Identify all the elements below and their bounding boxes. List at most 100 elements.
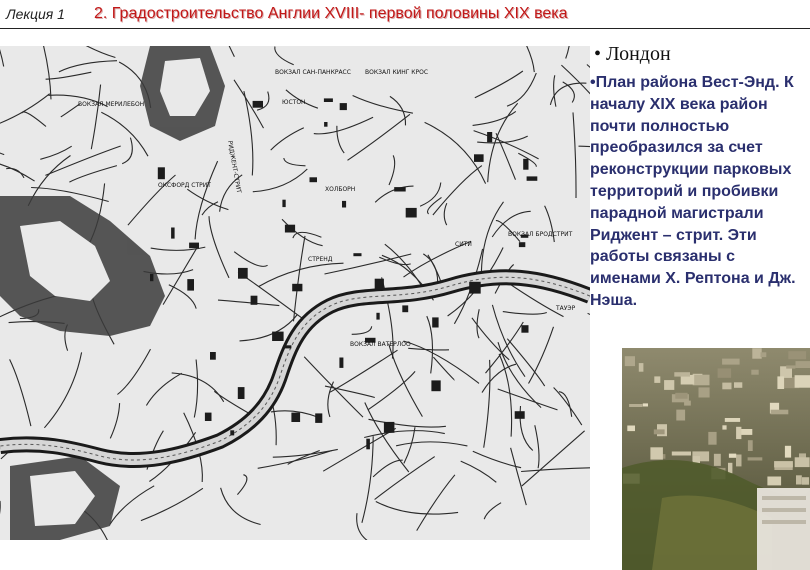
photo-building (692, 374, 710, 386)
building-block (374, 278, 384, 290)
building-block (402, 305, 409, 313)
photo-building (653, 429, 665, 435)
section-heading: • Лондон (594, 43, 671, 65)
building-block (514, 411, 525, 419)
building-block (523, 158, 529, 170)
photo-building (794, 375, 810, 388)
map-drawing: ВОКЗАЛ МЕРИЛЕБОН ВОКЗАЛ САН-ПАНКРАСС ВОК… (0, 46, 590, 540)
map-label-holborn: ХОЛБОРН (325, 186, 355, 193)
building-block (237, 387, 245, 399)
photo-building (747, 457, 763, 461)
map-label-tower: ТАУЭР (555, 305, 576, 312)
photo-building (795, 361, 810, 368)
photo-building (664, 380, 675, 390)
bottom-margin (0, 540, 622, 570)
photo-building (734, 382, 743, 388)
building-block (469, 281, 481, 294)
photo-building (722, 425, 727, 430)
photo-building (638, 363, 644, 372)
photo-building (674, 372, 690, 377)
building-block (210, 352, 216, 360)
building-block (309, 177, 317, 183)
building-block (272, 331, 284, 341)
building-block (315, 413, 323, 423)
lecture-label: Лекция 1 (6, 6, 65, 22)
photo-building (728, 453, 737, 458)
photo-building (698, 387, 710, 398)
building-block (383, 421, 395, 433)
photo-building (796, 475, 802, 485)
building-block (405, 207, 417, 218)
building-block (282, 199, 286, 208)
map-label-oxford-street: ОКСФОРД СТРИТ (158, 182, 211, 189)
photo-building (770, 409, 789, 415)
map-label-strand: СТРЕНД (308, 256, 333, 263)
photo-building (676, 409, 686, 421)
photo-building (708, 431, 717, 445)
building-block (474, 154, 484, 162)
building-block (323, 98, 333, 102)
building-block (431, 380, 441, 392)
building-block (339, 103, 347, 111)
building-block (157, 167, 165, 180)
photo-building (717, 368, 732, 378)
building-block (376, 312, 380, 320)
building-block (339, 357, 344, 368)
slide-title: 2. Градостроительство Англии XVIII- перв… (94, 5, 568, 22)
building-block (284, 345, 292, 349)
building-block (171, 227, 175, 239)
map-label-marylebone: ВОКЗАЛ МЕРИЛЕБОН (78, 101, 144, 108)
building-block (252, 100, 263, 108)
building-block (366, 438, 370, 450)
photo-building (671, 451, 691, 456)
building-block (284, 224, 296, 233)
building-block (324, 122, 328, 127)
building-block (521, 325, 529, 333)
building-block (487, 132, 493, 143)
photo-building (736, 426, 742, 440)
photo-building (777, 376, 785, 389)
building-block (342, 200, 347, 208)
photo-building (713, 453, 721, 466)
photo-building (802, 477, 810, 485)
map-label-kings-cross: ВОКЗАЛ КИНГ КРОС (365, 69, 428, 76)
map-label-euston: ЮСТОН (282, 99, 306, 106)
london-map: ВОКЗАЛ МЕРИЛЕБОН ВОКЗАЛ САН-ПАНКРАСС ВОК… (0, 46, 590, 540)
building-block (230, 430, 235, 436)
building-block (187, 279, 194, 291)
aerial-photo (622, 348, 810, 570)
building-block (353, 253, 362, 257)
map-label-broad-street: ВОКЗАЛ БРОДСТРИТ (508, 231, 573, 238)
building-block (292, 283, 303, 292)
building-block (250, 295, 258, 305)
photo-building (724, 418, 741, 422)
photo-building (650, 447, 663, 460)
photo-building (722, 382, 732, 390)
building-block (204, 412, 212, 421)
building-block (150, 273, 154, 282)
photo-building (728, 462, 733, 474)
photo-building (684, 400, 691, 406)
photo-building (786, 365, 796, 369)
photo-building (627, 425, 635, 432)
photo-building (722, 358, 740, 365)
photo-building (624, 356, 635, 367)
photo-building (774, 461, 793, 468)
photo-building (784, 445, 792, 458)
photo-building (752, 348, 762, 359)
building-block (518, 242, 526, 248)
photo-building (675, 392, 688, 399)
building-block (238, 267, 248, 279)
building-block (526, 176, 538, 181)
photo-building (736, 454, 742, 467)
map-label-st-pancras: ВОКЗАЛ САН-ПАНКРАСС (275, 69, 351, 76)
photo-building (760, 352, 767, 358)
title-divider (0, 28, 810, 29)
building-block (189, 242, 199, 249)
building-block (291, 412, 301, 422)
photo-building (788, 351, 807, 360)
photo-building (751, 369, 759, 375)
map-label-waterloo: ВОКЗАЛ ВАТЕРЛОО (350, 341, 411, 348)
photo-building (794, 457, 810, 468)
building-block (394, 187, 406, 192)
